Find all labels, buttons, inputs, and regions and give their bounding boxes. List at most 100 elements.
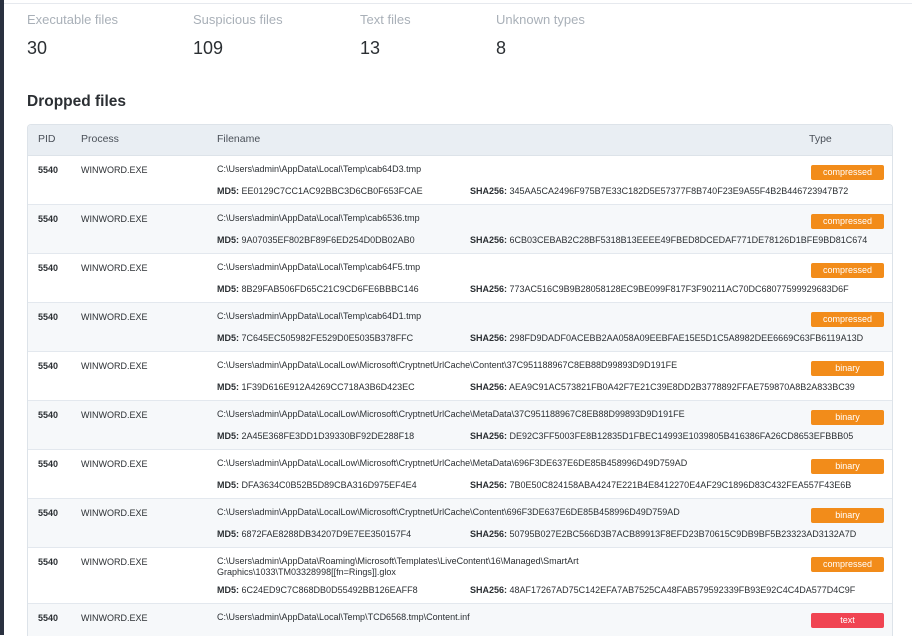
md5-hash: MD5: 7C645EC505982FE529D0E5035B378FFC [217, 333, 413, 343]
process-cell[interactable]: WINWORD.EXE [81, 361, 148, 371]
filename-cell[interactable]: C:\Users\admin\AppData\Roaming\Microsoft… [217, 556, 647, 578]
md5-hash: MD5: 2A45E368FE3DD1D39330BF92DE288F18 [217, 431, 414, 441]
filename-cell[interactable]: C:\Users\admin\AppData\Local\Temp\cab64D… [217, 311, 647, 322]
sha256-hash: SHA256: 48AF17267AD75C142EFA7AB7525CA48F… [470, 585, 855, 595]
filename-cell[interactable]: C:\Users\admin\AppData\LocalLow\Microsof… [217, 507, 680, 518]
table-row[interactable]: 5540 WINWORD.EXE C:\Users\admin\AppData\Lo… [28, 352, 892, 401]
filename-cell[interactable]: C:\Users\admin\AppData\LocalLow\Microsof… [217, 458, 687, 469]
md5-label: MD5: [217, 235, 239, 245]
stat-unknown: Unknown types 8 [496, 12, 585, 59]
md5-hash: MD5: 1F39D616E912A4269CC718A3B6D423EC [217, 382, 415, 392]
process-cell[interactable]: WINWORD.EXE [81, 459, 148, 469]
pid-cell: 5540 [38, 557, 59, 567]
md5-hash: MD5: 6C24ED9C7C868DB0D55492BB126EAFF8 [217, 585, 418, 595]
type-badge: compressed [811, 263, 884, 278]
sha256-hash: SHA256: 50795B027E2BC566D3B7ACB89913F8EF… [470, 529, 856, 539]
filename-cell[interactable]: C:\Users\admin\AppData\LocalLow\Microsof… [217, 409, 685, 420]
table-row[interactable]: 5540 WINWORD.EXE C:\Users\admin\AppData\Lo… [28, 205, 892, 254]
pid-cell: 5540 [38, 312, 59, 322]
sha256-label: SHA256: [470, 431, 508, 441]
pid-cell: 5540 [38, 613, 59, 623]
table-row[interactable]: 5540 WINWORD.EXE C:\Users\admin\AppData\Lo… [28, 499, 892, 548]
table-row[interactable]: 5540 WINWORD.EXE C:\Users\admin\AppData\Lo… [28, 303, 892, 352]
sha256-value: AEA9C91AC573821FB0A42F7E21C39E8DD2B37788… [509, 382, 855, 392]
table-row[interactable]: 5540 WINWORD.EXE C:\Users\admin\AppData\Lo… [28, 156, 892, 205]
column-header-process[interactable]: Process [81, 133, 119, 145]
md5-label: MD5: [217, 382, 239, 392]
process-cell[interactable]: WINWORD.EXE [81, 410, 148, 420]
table-row[interactable]: 5540 WINWORD.EXE C:\Users\admin\AppData\Ro… [28, 548, 892, 604]
md5-label: MD5: [217, 529, 239, 539]
filename-cell[interactable]: C:\Users\admin\AppData\Local\Temp\cab653… [217, 213, 647, 224]
pid-cell: 5540 [38, 508, 59, 518]
table-row[interactable]: 5540 WINWORD.EXE C:\Users\admin\AppData\Lo… [28, 450, 892, 499]
md5-hash: MD5: DFA3634C0B52B5D89CBA316D975EF4E4 [217, 480, 417, 490]
process-cell[interactable]: WINWORD.EXE [81, 165, 148, 175]
pid-cell: 5540 [38, 165, 59, 175]
pid-cell: 5540 [38, 263, 59, 273]
md5-hash: MD5: EE0129C7CC1AC92BBC3D6CB0F653FCAE [217, 186, 423, 196]
file-stats: Executable files 30 Suspicious files 109… [27, 12, 912, 72]
sha256-value: 6CB03CEBAB2C28BF5318B13EEEE49FBED8DCEDAF… [509, 235, 868, 245]
table-row[interactable]: 5540 WINWORD.EXE C:\Users\admin\AppData\Lo… [28, 401, 892, 450]
stat-suspicious: Suspicious files 109 [193, 12, 283, 59]
md5-label: MD5: [217, 333, 239, 343]
table-header: PID Process Filename Type [28, 125, 892, 156]
process-cell[interactable]: WINWORD.EXE [81, 508, 148, 518]
type-badge: binary [811, 361, 884, 376]
process-cell[interactable]: WINWORD.EXE [81, 613, 148, 623]
md5-value: 1F39D616E912A4269CC718A3B6D423EC [241, 382, 415, 392]
column-header-type[interactable]: Type [809, 133, 832, 145]
table-row[interactable]: 5540 WINWORD.EXE C:\Users\admin\AppData\Lo… [28, 254, 892, 303]
stat-label: Executable files [27, 12, 119, 27]
type-badge: compressed [811, 214, 884, 229]
column-header-pid[interactable]: PID [38, 133, 56, 145]
md5-hash: MD5: 9A07035EF802BF89F6ED254D0DB02AB0 [217, 235, 415, 245]
dropped-files-table: PID Process Filename Type 5540 WINWORD.EX… [27, 124, 893, 636]
type-badge: binary [811, 508, 884, 523]
process-cell[interactable]: WINWORD.EXE [81, 312, 148, 322]
type-badge: compressed [811, 312, 884, 327]
process-cell[interactable]: WINWORD.EXE [81, 214, 148, 224]
left-rail [0, 0, 4, 635]
md5-value: DFA3634C0B52B5D89CBA316D975EF4E4 [241, 480, 417, 490]
md5-value: 2A45E368FE3DD1D39330BF92DE288F18 [241, 431, 415, 441]
pid-cell: 5540 [38, 410, 59, 420]
sha256-value: 7B0E50C824158ABA4247E221B4E8412270E4AF29… [509, 480, 852, 490]
filename-cell[interactable]: C:\Users\admin\AppData\Local\Temp\TCD656… [217, 612, 647, 623]
stat-value: 109 [193, 38, 224, 58]
filename-cell[interactable]: C:\Users\admin\AppData\Local\Temp\cab64D… [217, 164, 647, 175]
sha256-value: 345AA5CA2496F975B7E33C182D5E57377F8B740F… [509, 186, 849, 196]
md5-label: MD5: [217, 480, 239, 490]
sha256-hash: SHA256: 345AA5CA2496F975B7E33C182D5E5737… [470, 186, 848, 196]
section-title: Dropped files [27, 93, 127, 110]
md5-label: MD5: [217, 284, 239, 294]
filename-cell[interactable]: C:\Users\admin\AppData\LocalLow\Microsof… [217, 360, 677, 371]
stat-value: 8 [496, 38, 507, 58]
type-badge: compressed [811, 165, 884, 180]
md5-hash: MD5: 8B29FAB506FD65C21C9CD6FE6BBBC146 [217, 284, 419, 294]
md5-value: EE0129C7CC1AC92BBC3D6CB0F653FCAE [241, 186, 423, 196]
pid-cell: 5540 [38, 214, 59, 224]
filename-cell[interactable]: C:\Users\admin\AppData\Local\Temp\cab64F… [217, 262, 647, 273]
md5-value: 6C24ED9C7C868DB0D55492BB126EAFF8 [241, 585, 418, 595]
md5-label: MD5: [217, 585, 239, 595]
process-cell[interactable]: WINWORD.EXE [81, 263, 148, 273]
sha256-hash: SHA256: DE92C3FF5003FE8B12835D1FBEC14993… [470, 431, 853, 441]
column-header-filename[interactable]: Filename [217, 133, 260, 145]
sha256-hash: SHA256: 773AC516C9B9B28058128EC9BE099F81… [470, 284, 849, 294]
md5-hash: MD5: 6872FAE8288DB34207D9E7EE350157F4 [217, 529, 411, 539]
table-row[interactable]: 5540 WINWORD.EXE C:\Users\admin\AppData\Lo… [28, 604, 892, 636]
stat-text: Text files 13 [360, 12, 411, 59]
sha256-label: SHA256: [470, 529, 508, 539]
stat-value: 30 [27, 38, 48, 58]
sha256-label: SHA256: [470, 284, 508, 294]
sha256-hash: SHA256: 298FD9DADF0ACEBB2AA058A09EEBFAE1… [470, 333, 863, 343]
md5-value: 8B29FAB506FD65C21C9CD6FE6BBBC146 [241, 284, 419, 294]
sha256-label: SHA256: [470, 382, 508, 392]
md5-label: MD5: [217, 186, 239, 196]
md5-value: 6872FAE8288DB34207D9E7EE350157F4 [241, 529, 412, 539]
stat-label: Text files [360, 12, 411, 27]
table-body: 5540 WINWORD.EXE C:\Users\admin\AppData\Lo… [28, 156, 892, 636]
process-cell[interactable]: WINWORD.EXE [81, 557, 148, 567]
